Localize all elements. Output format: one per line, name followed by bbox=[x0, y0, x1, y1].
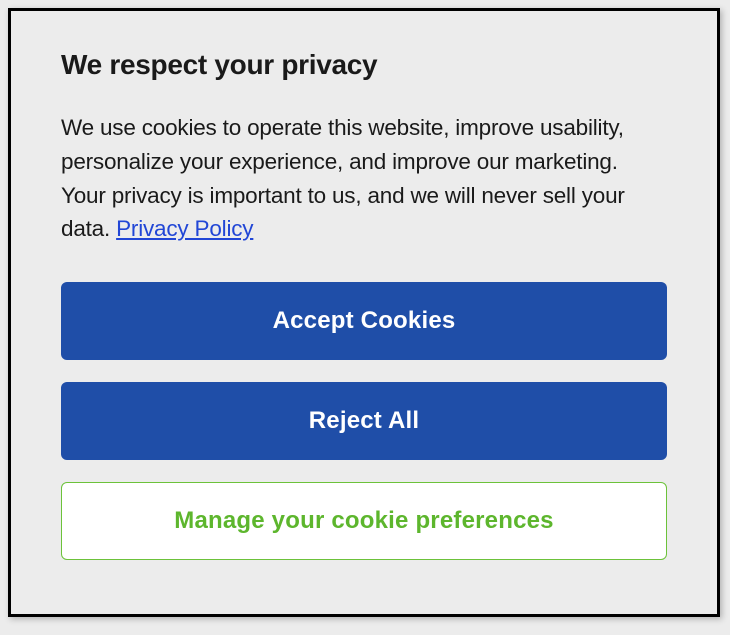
reject-all-button[interactable]: Reject All bbox=[61, 382, 667, 460]
modal-body-text: We use cookies to operate this website, … bbox=[61, 111, 667, 246]
accept-cookies-button[interactable]: Accept Cookies bbox=[61, 282, 667, 360]
cookie-consent-modal: We respect your privacy We use cookies t… bbox=[8, 8, 720, 617]
button-stack: Accept Cookies Reject All Manage your co… bbox=[61, 282, 667, 560]
modal-title: We respect your privacy bbox=[61, 49, 667, 81]
manage-preferences-button[interactable]: Manage your cookie preferences bbox=[61, 482, 667, 560]
privacy-policy-link[interactable]: Privacy Policy bbox=[116, 216, 253, 241]
